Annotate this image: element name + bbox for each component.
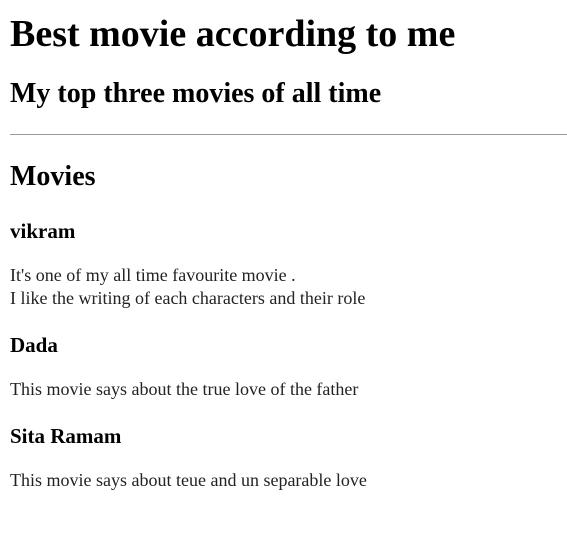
movie-description-line: This movie says about the true love of t… [10, 379, 359, 399]
movie-description: This movie says about the true love of t… [10, 378, 567, 401]
movie-title: vikram [10, 219, 76, 243]
page-title: Best movie according to me [10, 13, 456, 55]
movie-description: It's one of my all time favourite movie … [10, 264, 567, 310]
movie-description-line: I like the writing of each characters an… [10, 288, 366, 308]
movie-description-line: This movie says about teue and un separa… [10, 470, 367, 490]
divider [10, 134, 567, 135]
section-heading-movies: Movies [10, 161, 96, 192]
movie-title: Sita Ramam [10, 424, 122, 448]
movie-description-line: It's one of my all time favourite movie … [10, 265, 296, 285]
movie-description: This movie says about teue and un separa… [10, 469, 567, 492]
movie-title: Dada [10, 333, 58, 357]
page-subtitle: My top three movies of all time [10, 78, 382, 109]
page-content: Best movie according to me My top three … [10, 0, 567, 492]
